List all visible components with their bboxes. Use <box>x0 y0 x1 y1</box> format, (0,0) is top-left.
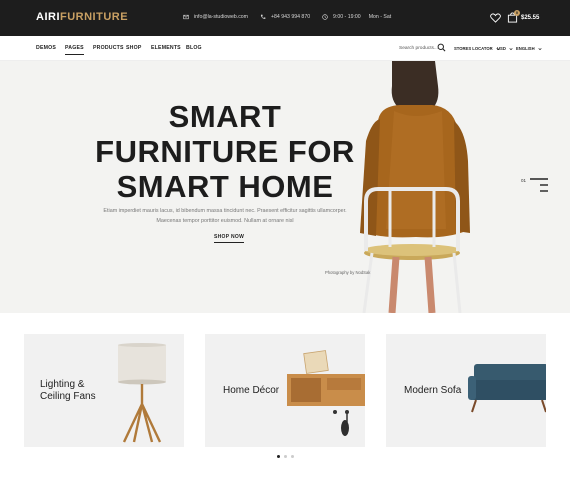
search-input[interactable]: Search products... <box>399 46 438 51</box>
currency-label: USD <box>497 46 506 51</box>
stores-locator-label: STORES LOCATOR <box>454 46 493 51</box>
nav-item-elements[interactable]: ELEMENTS <box>151 45 181 51</box>
carousel-dot-2[interactable] <box>284 455 287 458</box>
nav-item-products[interactable]: PRODUCTS <box>93 45 124 51</box>
hero-description: Etiam imperdiet mauris lacus, id bibendu… <box>100 206 350 226</box>
nav-item-blog[interactable]: BLOG <box>186 45 202 51</box>
stores-locator-dropdown[interactable]: STORES LOCATOR <box>454 46 500 51</box>
search-icon[interactable] <box>437 43 446 52</box>
days-text: Mon - Sat <box>368 14 392 20</box>
email-text: info@la-studioweb.com <box>194 14 248 20</box>
phone-text: +84 943 994 870 <box>271 14 311 20</box>
photo-credit: Photography by NodSak <box>325 270 371 275</box>
slide-number: 01 <box>521 178 527 183</box>
chevron-down-icon <box>509 47 513 50</box>
category-label-line2: Ceiling Fans <box>40 391 96 402</box>
language-label: ENGLISH <box>516 46 535 51</box>
category-card-home-decor[interactable]: Home Décor <box>205 334 365 447</box>
logo-text-part2: FURNITURE <box>60 11 129 23</box>
mail-icon <box>183 14 189 20</box>
wishlist-heart-icon[interactable] <box>490 13 501 23</box>
carousel-dot-1[interactable] <box>277 455 280 458</box>
hours-text: 9:00 - 19:00 <box>333 14 361 20</box>
category-label-line1: Lighting & <box>40 379 85 390</box>
category-card-modern-sofa[interactable]: Modern Sofa <box>386 334 546 447</box>
main-nav: DEMOS PAGES PRODUCTS SHOP ELEMENTS BLOG … <box>0 36 570 61</box>
nav-item-shop[interactable]: SHOP <box>126 45 142 51</box>
category-label: Home Décor <box>223 385 280 396</box>
chevron-down-icon <box>538 47 542 50</box>
wall-shelf-icon <box>287 350 365 436</box>
hero-description-line1: Etiam imperdiet mauris lacus, id bibendu… <box>103 208 347 214</box>
hero-title: SMART FURNITURE FOR SMART HOME <box>80 99 370 204</box>
nav-item-demos[interactable]: DEMOS <box>36 45 56 51</box>
nav-item-pages[interactable]: PAGES <box>65 45 84 55</box>
clock-icon <box>322 14 328 20</box>
logo-text-part1: AIRI <box>36 11 60 23</box>
carousel-dots <box>277 455 294 458</box>
contact-email[interactable]: info@la-studioweb.com <box>183 14 248 20</box>
shop-now-button[interactable]: SHOP NOW <box>214 234 245 243</box>
hero-slider: SMART FURNITURE FOR SMART HOME Etiam imp… <box>0 61 570 313</box>
site-logo[interactable]: AIRIFURNITURE <box>36 11 128 23</box>
cart-count-badge: 0 <box>514 10 520 16</box>
cart-total[interactable]: $25.55 <box>521 15 539 21</box>
phone-icon <box>260 14 266 19</box>
category-label: Modern Sofa <box>404 385 462 396</box>
sofa-icon <box>468 364 546 413</box>
category-label: Lighting & Ceiling Fans <box>40 379 96 403</box>
hero-title-line2: FURNITURE FOR <box>95 134 355 169</box>
floor-lamp-icon <box>118 343 166 443</box>
hero-description-line2: Maecenas tempor porttitor euismod. Nulla… <box>156 218 294 224</box>
currency-dropdown[interactable]: USD <box>497 46 513 51</box>
carousel-dot-3[interactable] <box>291 455 294 458</box>
category-card-lighting[interactable]: Lighting & Ceiling Fans <box>24 334 184 447</box>
hero-title-line1: SMART <box>168 99 282 134</box>
slide-pager-lines[interactable] <box>530 178 548 198</box>
contact-phone[interactable]: +84 943 994 870 <box>260 14 310 20</box>
opening-hours: 9:00 - 19:00 Mon - Sat <box>322 14 391 20</box>
top-bar: AIRIFURNITURE info@la-studioweb.com +84 … <box>0 0 570 36</box>
hero-title-line3: SMART HOME <box>116 169 334 204</box>
language-dropdown[interactable]: ENGLISH <box>516 46 542 51</box>
